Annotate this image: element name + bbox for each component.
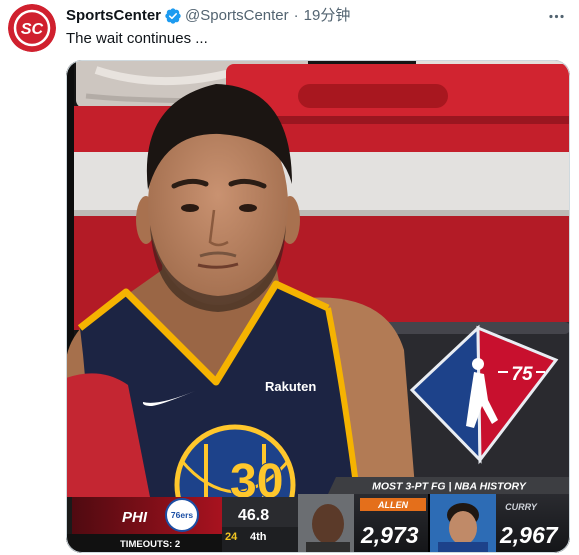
shot-clock: 24: [225, 531, 238, 543]
leader-name: CURRY: [505, 502, 538, 512]
leader-name: ALLEN: [377, 500, 408, 510]
more-horizontal-icon: [548, 14, 564, 18]
more-options-button[interactable]: [545, 6, 567, 26]
avatar-logo-text: SC: [21, 21, 44, 38]
team-abbreviation: PHI: [122, 509, 148, 526]
allen-shirt: [306, 542, 350, 553]
leader-allen: ALLEN 2,973: [298, 494, 426, 553]
game-period: 4th: [250, 531, 267, 543]
team-panel-edge: [66, 497, 72, 534]
game-clock: 46.8: [238, 507, 269, 524]
sportscenter-logo: SC: [8, 4, 56, 52]
curry-face: [449, 511, 477, 545]
broadcast-frame: 75 Rakuten 30 PHI 76ers TIMEOUTS: 2 46.8…: [66, 60, 570, 553]
dot: [554, 14, 558, 18]
tweet[interactable]: SC SportsCenter @SportsCenter · 19分钟 The…: [0, 0, 579, 555]
curry-jersey: [438, 542, 488, 553]
badge-shape: [165, 8, 181, 24]
meta-separator: ·: [293, 7, 299, 24]
stat-title: MOST 3-PT FG | NBA HISTORY: [372, 481, 527, 493]
76ers-logo: 76ers: [165, 498, 199, 532]
nba-75-logo-text: 75: [511, 364, 533, 385]
leader-value: 2,973: [360, 522, 419, 548]
tweet-header: SportsCenter @SportsCenter · 19分钟: [66, 6, 350, 26]
cooler-handle: [298, 84, 448, 108]
dot: [559, 14, 564, 18]
tweet-media-image[interactable]: 75 Rakuten 30 PHI 76ers TIMEOUTS: 2 46.8…: [66, 60, 570, 553]
tweet-timestamp[interactable]: 19分钟: [304, 6, 351, 26]
author-avatar[interactable]: SC: [8, 4, 56, 52]
timeouts-remaining: TIMEOUTS: 2: [120, 539, 180, 550]
verified-badge-icon: [164, 7, 182, 25]
player-eye: [181, 204, 199, 212]
jersey-sponsor: Rakuten: [265, 379, 316, 394]
team-logo-text: 76ers: [171, 510, 193, 520]
leader-value: 2,967: [499, 522, 559, 548]
player-eye: [239, 204, 257, 212]
verified-badge-svg: [165, 8, 181, 24]
dot: [548, 14, 553, 18]
tweet-text: The wait continues ...: [66, 30, 208, 47]
logo-silhouette-head: [472, 358, 484, 370]
author-handle[interactable]: @SportsCenter: [185, 6, 289, 26]
author-name[interactable]: SportsCenter: [66, 6, 161, 26]
allen-face: [312, 504, 344, 544]
